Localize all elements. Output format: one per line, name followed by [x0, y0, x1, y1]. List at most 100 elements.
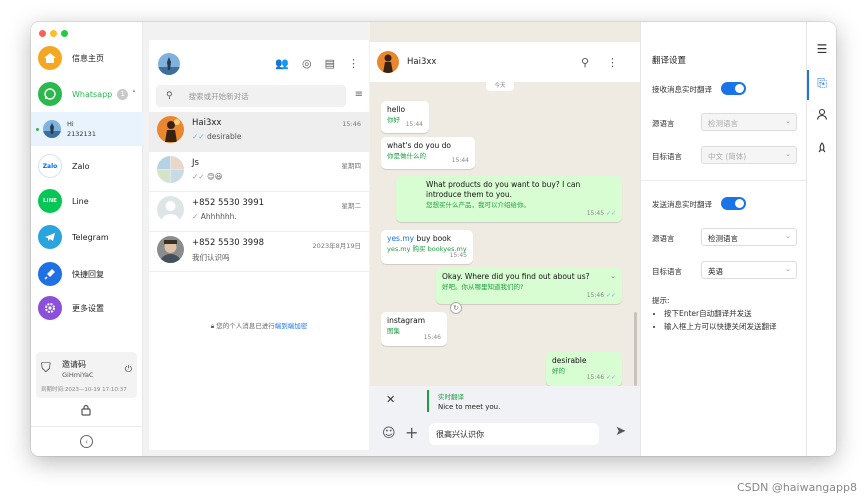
new-chat-icon[interactable]: ▤ — [325, 57, 335, 70]
message-bubble[interactable]: What products do you want to buy? I can … — [396, 176, 622, 222]
user-icon[interactable] — [807, 108, 836, 123]
receive-target-select[interactable]: 中文 (简体) ⌄ — [701, 146, 797, 164]
emoji-icon[interactable]: ☺ — [382, 426, 396, 441]
chevron-up-icon[interactable]: ˄ — [132, 90, 136, 98]
chat-name: +852 5530 3998 — [192, 238, 265, 248]
minimize-window-button[interactable] — [50, 30, 57, 37]
menu-icon[interactable]: ⋮ — [607, 56, 618, 69]
chat-time: 星期二 — [341, 202, 362, 210]
chat-preview: ✓ Ahhhhhh. — [192, 212, 237, 221]
divider — [31, 426, 143, 427]
message-link[interactable]: yes.my — [387, 234, 414, 243]
window-controls — [39, 30, 68, 37]
tip-item: 输入框上方可以快捷关闭发送翻译 — [664, 320, 777, 333]
scrollbar-thumb[interactable] — [634, 312, 637, 386]
maximize-window-button[interactable] — [61, 30, 68, 37]
receive-source-select[interactable]: 检测语言 ⌄ — [701, 113, 797, 131]
account-avatar — [43, 120, 61, 138]
line-icon: LINE — [38, 189, 62, 213]
power-icon[interactable]: ⏻ — [125, 365, 132, 375]
message-bubble[interactable]: desirable 好的 15:46 ✓✓ — [546, 352, 622, 386]
realtime-label: 实时翻译 — [438, 393, 464, 401]
e2e-link[interactable]: 端到端加密 — [275, 322, 308, 330]
chat-time: 15:46 — [342, 120, 361, 128]
read-ticks-icon: ✓✓ — [605, 210, 616, 217]
my-avatar[interactable] — [158, 53, 180, 75]
contact-avatar[interactable] — [377, 51, 399, 73]
message-bubble[interactable]: Okay. Where did you find out about us? 好… — [436, 268, 622, 304]
tip-item: 按下Enter自动翻译并发送 — [664, 307, 777, 320]
sidebar-item-telegram[interactable]: Telegram — [31, 221, 143, 253]
sidebar-item-quick-reply[interactable]: 快捷回复 — [31, 258, 143, 290]
shield-icon: ⛉ — [41, 361, 51, 376]
message-bubble[interactable]: hello 你好 15:44 — [381, 101, 429, 133]
search-icon[interactable]: ⚲ — [581, 56, 589, 69]
lock-icon[interactable] — [81, 404, 91, 419]
community-icon[interactable]: 👥 — [275, 57, 289, 70]
send-translate-toggle[interactable] — [721, 197, 746, 210]
read-ticks-icon: ✓✓ — [605, 292, 616, 299]
receive-translate-label: 接收消息实时翻译 — [652, 85, 712, 94]
menu-icon[interactable]: ⋮ — [348, 57, 359, 70]
sidebar-item-zalo[interactable]: Zalo Zalo — [31, 150, 143, 182]
sidebar-item-label: Whatsapp — [72, 89, 113, 99]
send-source-select[interactable]: 检测语言 ⌄ — [701, 228, 797, 246]
sidebar-item-whatsapp[interactable]: Whatsapp 1 ˄ — [31, 78, 143, 110]
chat-name: Hai3xx — [192, 118, 222, 128]
message-time: 15:45 ✓✓ — [586, 210, 616, 217]
sidebar-item-label: 更多设置 — [72, 303, 104, 313]
close-icon[interactable]: ✕ — [386, 393, 395, 406]
send-target-select[interactable]: 英语 ⌄ — [701, 261, 797, 279]
gear-icon — [38, 296, 62, 320]
source-language-label: 源语言 — [652, 119, 675, 128]
collapse-panel-icon[interactable]: ☰ — [807, 42, 836, 56]
receive-translate-toggle[interactable] — [721, 82, 746, 95]
message-bubble[interactable]: what's do you do 你是做什么的 15:44 — [381, 137, 475, 169]
message-time: 15:44 — [405, 121, 423, 128]
conversation-contact-name: Hai3xx — [407, 57, 437, 67]
message-time: 15:46 — [423, 334, 441, 341]
chevron-down-icon: ⌄ — [785, 150, 791, 158]
send-icon[interactable]: ➤ — [615, 424, 626, 439]
contact-avatar — [157, 236, 184, 263]
chevron-down-icon: ⌄ — [785, 117, 791, 125]
attach-plus-icon[interactable]: + — [405, 423, 418, 442]
chat-row[interactable]: Js ✓✓ 😊😃 星期四 — [149, 152, 369, 192]
message-input[interactable]: 很高兴认识你 — [429, 423, 599, 445]
watermark: CSDN @haiwangapp8 — [736, 481, 857, 494]
message-bubble[interactable]: yes.my buy book yes.my 购买 bookyes.my 15:… — [381, 230, 473, 264]
chat-time: 星期四 — [341, 162, 362, 170]
chevron-down-icon[interactable]: ⌄ — [610, 271, 616, 281]
home-icon — [38, 46, 62, 70]
chat-preview: ✓✓ 😊😃 — [192, 172, 223, 181]
delivered-ticks-icon: ✓✓ — [192, 172, 205, 181]
chat-row[interactable]: +852 5530 3998 我们认识吗 2023年8月19日 — [149, 232, 369, 272]
message-time: 15:46 ✓✓ — [586, 374, 616, 381]
chat-name: Js — [192, 158, 199, 168]
close-window-button[interactable] — [39, 30, 46, 37]
chat-list-header: 👥 ◎ ▤ ⋮ — [149, 40, 369, 80]
chat-row[interactable]: +852 5530 3991 ✓ Ahhhhhh. 星期二 — [149, 192, 369, 232]
sidebar-item-line[interactable]: LINE Line — [31, 185, 143, 217]
collapse-sidebar-icon[interactable]: ‹ — [80, 435, 93, 448]
chat-preview: ✓✓ desirable — [192, 132, 242, 141]
sidebar-item-home[interactable]: 信息主页 — [31, 42, 143, 74]
status-icon[interactable]: ◎ — [302, 57, 312, 70]
message-area[interactable]: 今天 hello 你好 15:44 what's do you do 你是做什么… — [370, 82, 640, 386]
conversation-header: Hai3xx ⚲ ⋮ — [370, 42, 640, 82]
rocket-icon[interactable] — [807, 142, 836, 157]
sidebar-item-more-settings[interactable]: 更多设置 — [31, 292, 143, 324]
divider — [641, 180, 807, 181]
message-bubble[interactable]: instagram 图集 15:46 — [381, 312, 447, 346]
search-input[interactable]: 搜索或开始新对话 — [189, 91, 249, 102]
translate-icon[interactable]: ⎘ — [807, 76, 836, 91]
chat-list-panel: 👥 ◎ ▤ ⋮ ⚲ 搜索或开始新对话 ≡ Hai3xx ✓✓ desirable… — [149, 40, 369, 450]
whatsapp-account-item[interactable]: Hi 2132131 — [31, 112, 143, 146]
sidebar-item-label: Zalo — [72, 161, 90, 171]
retranslate-icon[interactable]: ↻ — [450, 302, 462, 314]
translation-accent-line — [427, 390, 429, 412]
chat-row[interactable]: Hai3xx ✓✓ desirable 15:46 — [149, 112, 369, 152]
search-bar[interactable]: ⚲ 搜索或开始新对话 — [156, 85, 346, 107]
filter-icon[interactable]: ≡ — [355, 89, 363, 100]
account-name: Hi — [67, 120, 74, 128]
